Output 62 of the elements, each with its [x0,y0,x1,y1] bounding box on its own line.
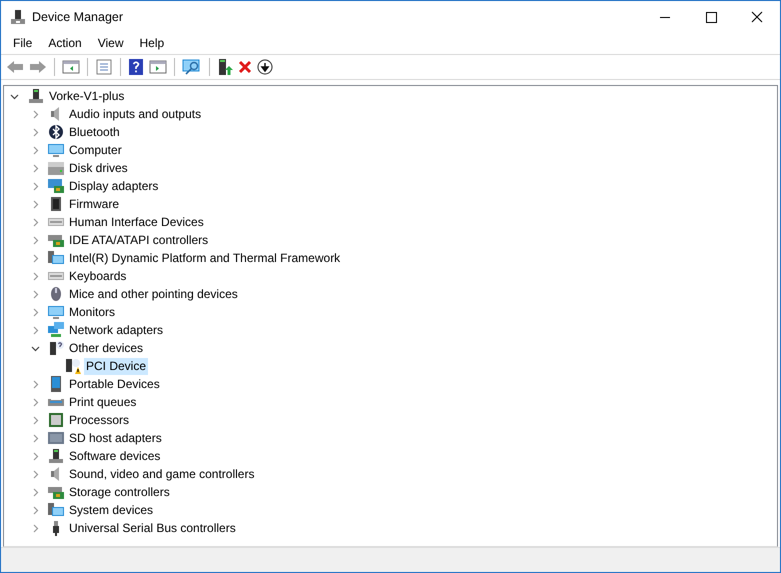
network-icon [48,322,64,338]
help-icon[interactable] [128,59,144,75]
tree-item[interactable]: Audio inputs and outputs [67,106,204,122]
menu-item[interactable]: File [5,34,40,52]
tree-item[interactable]: Portable Devices [67,376,162,392]
bluetooth-icon [48,124,64,140]
tree-item[interactable]: SD host adapters [67,430,164,446]
tree-item[interactable]: Firmware [67,196,121,212]
sd-card-icon [48,430,64,446]
system-icon [48,502,64,518]
tree-item[interactable]: IDE ATA/ATAPI controllers [67,232,210,248]
processor-icon [48,412,64,428]
expander-icon[interactable] [31,344,40,352]
controller-card-icon [48,484,64,500]
tree-item[interactable]: Bluetooth [67,124,122,140]
tree-item[interactable]: Keyboards [67,268,128,284]
tree-item[interactable]: Vorke-V1-plus [47,88,126,104]
tree-item[interactable]: Display adapters [67,178,160,194]
device-update-icon[interactable] [217,58,233,76]
tower-icon [28,88,44,104]
back-arrow-icon[interactable] [6,59,24,75]
expander-icon[interactable] [10,92,19,100]
tree-item[interactable]: Network adapters [67,322,166,338]
tree-item[interactable]: Intel(R) Dynamic Platform and Thermal Framework [67,250,342,266]
mouse-icon [48,286,64,302]
controller-card-icon [48,232,64,248]
uninstall-x-icon[interactable] [238,60,252,74]
monitor-search-icon[interactable] [182,59,202,75]
app-icon [10,8,26,24]
display-card-icon [48,178,64,194]
window-title: Device Manager [32,10,124,24]
tree-item[interactable]: Sound, video and game controllers [67,466,256,482]
forward-arrow-icon[interactable] [29,59,47,75]
portable-device-icon [48,376,64,392]
tree-item[interactable]: Processors [67,412,132,428]
tree-item[interactable]: Storage controllers [67,484,172,500]
monitor-icon [48,304,64,320]
tree-item[interactable]: Disk drives [67,160,130,176]
menu-item[interactable]: Action [40,34,90,52]
menu-item[interactable]: View [90,34,132,52]
tree-item[interactable]: System devices [67,502,156,518]
tree-item[interactable]: Mice and other pointing devices [67,286,240,302]
tree-item[interactable]: Print queues [67,394,138,410]
monitor-icon [48,142,64,158]
unknown-device-icon [48,340,64,356]
tree-item[interactable]: Computer [67,142,124,158]
tree-item[interactable]: Software devices [67,448,162,464]
menu-item[interactable]: Help [132,34,172,52]
download-circle-icon[interactable] [257,59,273,75]
window-pane-icon[interactable] [149,59,167,75]
tower-icon [48,448,64,464]
tree-item[interactable]: Monitors [67,304,118,320]
tree-item[interactable]: Universal Serial Bus controllers [67,520,238,536]
drive-icon [48,160,64,176]
window-pane-icon[interactable] [62,59,80,75]
system-icon [48,250,64,266]
tree-item[interactable]: PCI Device [84,358,148,374]
tree-item[interactable]: Human Interface Devices [67,214,206,230]
warning-device-icon [65,358,81,374]
chip-icon [48,196,64,212]
tree-item[interactable]: Other devices [67,340,146,356]
list-window-icon[interactable] [95,59,113,75]
